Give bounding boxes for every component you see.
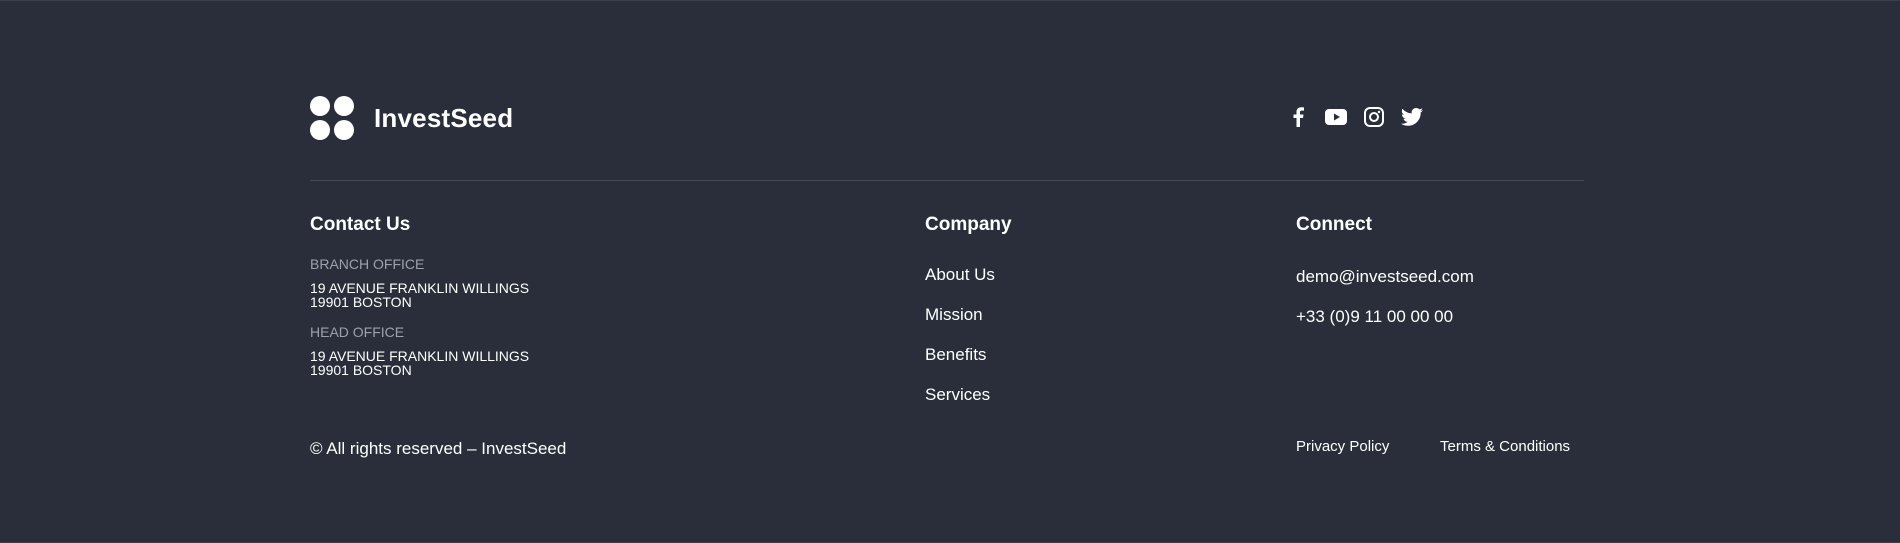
company-link-mission[interactable]: Mission [925,305,995,345]
branch-office-label: BRANCH OFFICE [310,256,425,272]
youtube-icon[interactable] [1324,105,1348,129]
head-address-line1: 19 AVENUE FRANKLIN WILLINGS [310,348,530,364]
instagram-icon[interactable] [1362,105,1386,129]
footer-divider [310,180,1584,181]
contact-us-heading: Contact Us [310,214,411,235]
company-link-benefits[interactable]: Benefits [925,345,995,385]
social-links [1286,105,1438,129]
branch-office-address: 19 AVENUE FRANKLIN WILLINGS 19901 BOSTON [310,281,529,309]
company-links: About Us Mission Benefits Services [925,265,995,425]
terms-conditions-link[interactable]: Terms & Conditions [1440,438,1570,455]
copyright-text: © All rights reserved – InvestSeed [310,439,567,458]
brand-logo[interactable]: InvestSeed [310,96,513,140]
head-office-address: 19 AVENUE FRANKLIN WILLINGS 19901 BOSTON [310,349,529,377]
branch-address-line1: 19 AVENUE FRANKLIN WILLINGS [310,280,530,296]
head-office-label: HEAD OFFICE [310,324,405,340]
connect-heading: Connect [1296,214,1372,235]
company-link-services[interactable]: Services [925,385,995,425]
company-heading: Company [925,214,1012,235]
branch-address-line2: 19901 BOSTON [310,294,412,310]
company-link-about-us[interactable]: About Us [925,265,995,305]
contact-email-link[interactable]: demo@investseed.com [1296,267,1474,287]
head-address-line2: 19901 BOSTON [310,362,412,378]
facebook-icon[interactable] [1286,105,1310,129]
site-footer: InvestSeed Contact Us BRANCH OFFICE 19 A… [0,0,1900,543]
privacy-policy-link[interactable]: Privacy Policy [1296,438,1389,455]
brand-name: InvestSeed [374,102,514,133]
twitter-icon[interactable] [1400,105,1424,129]
contact-phone-link[interactable]: +33 (0)9 11 00 00 00 [1296,307,1453,327]
four-circles-logo-icon [310,96,354,140]
